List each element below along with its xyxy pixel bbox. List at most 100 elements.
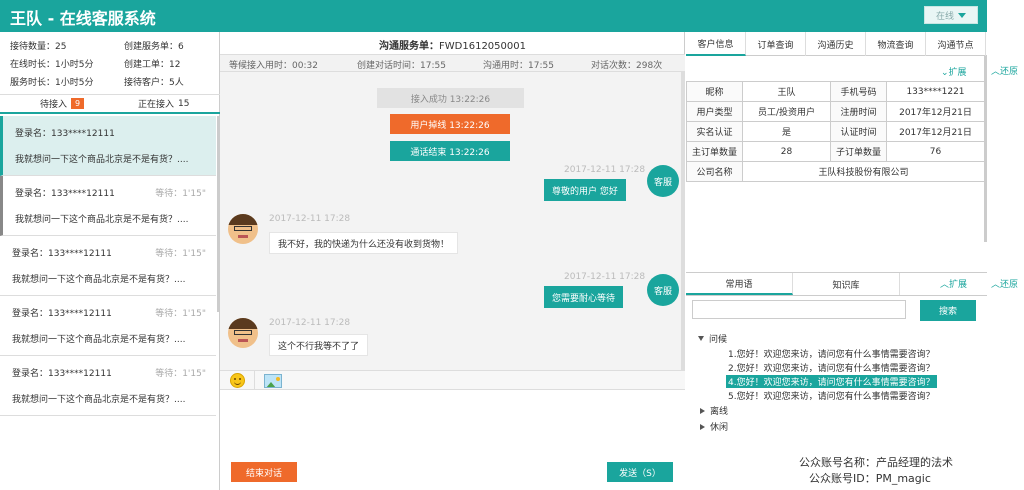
meta-count: 对话次数：298次	[591, 61, 663, 71]
chat-scrollbar[interactable]	[681, 72, 685, 372]
stat-work-orders: 创建工单：12	[124, 60, 181, 70]
field-value: 133****1221	[886, 81, 985, 102]
queue-item-message: 我就想问一下这个商品北京是不是有货？....	[12, 395, 186, 405]
queue-item-wait: 等待：1'15"	[155, 249, 206, 259]
expand-link[interactable]: ︿扩展	[940, 277, 967, 290]
queue-item-wait: 等待：1'15"	[155, 309, 206, 319]
tab-waiting[interactable]: 待接入 9	[40, 97, 85, 110]
info-scrollbar[interactable]	[984, 56, 987, 242]
chat-messages: 接入成功 13:22:26 用户掉线 13:22:26 通话结束 13:22:2…	[220, 72, 685, 372]
tab-order-query[interactable]: 订单查询	[746, 32, 806, 56]
chat-meta: 等候接入用时：00:32 创建对话时间：17:55 沟通用时：17:55 对话次…	[220, 54, 685, 72]
system-msg-connected: 接入成功 13:22:26	[377, 88, 524, 108]
tree-node-label: 问候	[709, 335, 728, 345]
tree-node-label: 离线	[710, 407, 729, 417]
system-msg-ended: 通话结束 13:22:26	[390, 141, 510, 161]
tree-node-offline[interactable]: 离线	[700, 404, 728, 417]
stat-reception-count: 接待数量：25	[10, 42, 67, 52]
tab-serving-label: 正在接入	[138, 100, 175, 110]
caret-right-icon	[700, 407, 705, 414]
left-panel: 接待数量：25 创建服务单：6 在线时长：1小时5分 创建工单：12 服务时长：…	[0, 32, 220, 490]
queue-item[interactable]: 登录名：133****12111 等待：1'15" 我就想问一下这个商品北京是不…	[0, 296, 216, 356]
stat-service-orders: 创建服务单：6	[124, 42, 184, 52]
tree-node-idle[interactable]: 休闲	[700, 420, 728, 433]
meta-create-time: 创建对话时间：17:55	[357, 61, 446, 71]
field-label: 认证时间	[830, 121, 887, 142]
queue-item[interactable]: 登录名：133****12111 等待：1'15" 我就想问一下这个商品北京是不…	[0, 176, 216, 236]
customer-avatar	[228, 318, 258, 348]
message-time: 2017-12-11 17:28	[269, 214, 351, 224]
tab-logistics[interactable]: 物流查询	[866, 32, 926, 56]
chevron-down-icon	[958, 12, 966, 18]
expand-label: 扩展	[948, 68, 967, 78]
tab-knowledge-base[interactable]: 知识库	[793, 273, 900, 295]
top-bar: 王队 - 在线客服系统 在线	[0, 0, 987, 32]
tab-customer-info[interactable]: 客户信息	[686, 32, 746, 56]
end-chat-button[interactable]: 结束对话	[231, 462, 297, 482]
chat-panel: 沟通服务单：FWD1612050001 等候接入用时：00:32 创建对话时间：…	[220, 32, 685, 490]
watermark-line1: 公众账号名称：产品经理的法术	[799, 456, 953, 469]
queue-item-wait: 等待：1'15"	[155, 189, 206, 199]
queue-list: 登录名：133****12111 我就想问一下这个商品北京是不是有货？.... …	[0, 116, 220, 452]
chat-toolbar	[220, 370, 685, 391]
field-value: 王队科技股份有限公司	[742, 161, 985, 182]
queue-item-name: 登录名：133****12111	[15, 189, 115, 199]
restore-link[interactable]: ︿还原	[991, 64, 1018, 77]
field-value: 2017年12月21日	[886, 121, 985, 142]
field-value: 是	[742, 121, 831, 142]
agent-message: 尊敬的用户 您好	[544, 179, 626, 201]
customer-avatar	[228, 214, 258, 244]
restore-label: 还原	[1000, 67, 1019, 77]
tree-node-greeting[interactable]: 问候	[698, 332, 727, 345]
tree-node-label: 休闲	[710, 423, 729, 433]
message-time: 2017-12-11 17:28	[269, 318, 351, 328]
caret-right-icon	[700, 423, 705, 430]
field-value: 28	[742, 141, 831, 162]
queue-item-message: 我就想问一下这个商品北京是不是有货？....	[15, 155, 189, 165]
customer-message: 这个不行我等不了了	[269, 334, 369, 356]
field-label: 公司名称	[686, 161, 743, 182]
tab-common-phrases[interactable]: 常用语	[686, 273, 793, 295]
field-label: 手机号码	[830, 81, 887, 102]
stat-service-time: 服务时长：1小时5分	[10, 78, 94, 88]
restore-label: 还原	[1000, 280, 1019, 290]
tab-nodes[interactable]: 沟通节点	[926, 32, 986, 56]
queue-item-name: 登录名：133****12111	[12, 249, 112, 259]
status-dropdown[interactable]: 在线	[924, 6, 978, 24]
message-time: 2017-12-11 17:28	[564, 272, 646, 282]
field-value: 76	[886, 141, 985, 162]
agent-avatar: 客服	[647, 274, 679, 306]
customer-message: 我不好，我的快递为什么还没有收到货物！	[269, 232, 459, 254]
queue-item-name: 登录名：133****12111	[12, 369, 112, 379]
phrase-item[interactable]: 2.您好！欢迎您来访，请问您有什么事情需要咨询？	[726, 361, 937, 374]
phrase-item-selected[interactable]: 4.您好！欢迎您来访，请问您有什么事情需要咨询？	[726, 375, 937, 388]
field-value: 王队	[742, 81, 831, 102]
queue-item[interactable]: 登录名：133****12111 我就想问一下这个商品北京是不是有货？....	[0, 116, 216, 176]
emoji-icon[interactable]	[230, 373, 245, 388]
field-label: 用户类型	[686, 101, 743, 122]
queue-item[interactable]: 登录名：133****12111 等待：1'15" 我就想问一下这个商品北京是不…	[0, 236, 216, 296]
service-order-label: 沟通服务单：	[379, 41, 440, 52]
image-icon[interactable]	[264, 374, 282, 388]
field-label: 主订单数量	[686, 141, 743, 162]
chat-header: 沟通服务单：FWD1612050001	[220, 32, 685, 54]
search-input[interactable]	[692, 300, 906, 319]
customer-info-table: 昵称 王队 手机号码 133****1221 用户类型 员工/投资用户 注册时间…	[686, 81, 985, 182]
expand-link[interactable]: ⌄扩展	[941, 65, 967, 78]
restore-link[interactable]: ︿还原	[991, 277, 1018, 290]
queue-item[interactable]: 登录名：133****12111 等待：1'15" 我就想问一下这个商品北京是不…	[0, 356, 216, 416]
phrase-item[interactable]: 1.您好！欢迎您来访，请问您有什么事情需要咨询？	[726, 347, 937, 360]
caret-down-icon	[698, 336, 704, 341]
stat-customers: 接待客户：5人	[124, 78, 184, 88]
phrase-item[interactable]: 5.您好！欢迎您来访，请问您有什么事情需要咨询？	[726, 389, 937, 402]
send-button[interactable]: 发送（S）	[607, 462, 673, 482]
queue-tabs: 待接入 9 正在接入 15	[0, 94, 220, 114]
stats-panel: 接待数量：25 创建服务单：6 在线时长：1小时5分 创建工单：12 服务时长：…	[0, 32, 220, 94]
search-button[interactable]: 搜索	[920, 300, 976, 321]
queue-item-name: 登录名：133****12111	[15, 129, 115, 139]
tab-history[interactable]: 沟通历史	[806, 32, 866, 56]
field-value: 2017年12月21日	[886, 101, 985, 122]
agent-message: 您需要耐心等待	[544, 286, 624, 308]
tab-serving[interactable]: 正在接入 15	[138, 97, 190, 111]
serving-count: 15	[178, 98, 190, 109]
